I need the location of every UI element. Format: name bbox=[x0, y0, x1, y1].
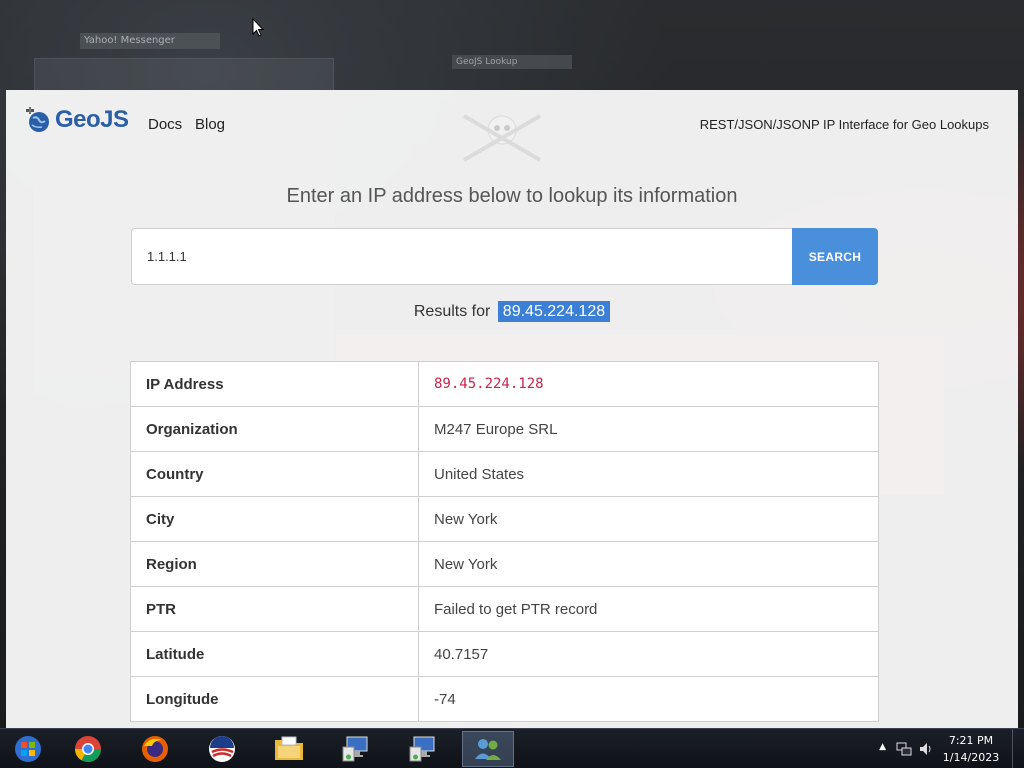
table-row-city: City New York bbox=[130, 496, 879, 542]
row-value: 89.45.224.128 bbox=[418, 361, 879, 407]
row-key: Longitude bbox=[130, 676, 419, 722]
row-value: United States bbox=[418, 451, 879, 497]
results-heading: Results for 89.45.224.128 bbox=[6, 301, 1018, 322]
background-window-title: Yahoo! Messenger bbox=[80, 33, 220, 49]
table-row-ip-address: IP Address 89.45.224.128 bbox=[130, 361, 879, 407]
table-row-latitude: Latitude 40.7157 bbox=[130, 631, 879, 677]
row-key: IP Address bbox=[130, 361, 419, 407]
row-key: PTR bbox=[130, 586, 419, 632]
show-desktop-button[interactable] bbox=[1012, 729, 1024, 768]
table-row-ptr: PTR Failed to get PTR record bbox=[130, 586, 879, 632]
nav-blog-link[interactable]: Blog bbox=[195, 116, 225, 133]
system-clock[interactable]: 7:21 PM 1/14/2023 bbox=[940, 732, 1002, 766]
row-key: Region bbox=[130, 541, 419, 587]
ip-search-form: SEARCH bbox=[131, 228, 879, 285]
search-button[interactable]: SEARCH bbox=[792, 228, 878, 285]
site-header: GeoJS Docs Blog REST/JSON/JSONP IP Inter… bbox=[6, 90, 1018, 162]
results-prefix: Results for bbox=[413, 303, 491, 320]
table-row-longitude: Longitude -74 bbox=[130, 676, 879, 722]
row-value: M247 Europe SRL bbox=[418, 406, 879, 452]
geojs-page: GeoJS Docs Blog REST/JSON/JSONP IP Inter… bbox=[6, 90, 1018, 728]
chrome-icon[interactable] bbox=[62, 731, 114, 767]
volume-icon[interactable] bbox=[918, 741, 934, 757]
globe-satellite-icon bbox=[26, 107, 49, 132]
remote-desktop-icon-2[interactable] bbox=[397, 731, 449, 767]
table-row-region: Region New York bbox=[130, 541, 879, 587]
row-value: Failed to get PTR record bbox=[418, 586, 879, 632]
obama-logo-icon[interactable] bbox=[196, 731, 248, 767]
users-icon[interactable] bbox=[462, 731, 514, 767]
table-row-organization: Organization M247 Europe SRL bbox=[130, 406, 879, 452]
row-value: -74 bbox=[418, 676, 879, 722]
remote-desktop-icon[interactable] bbox=[330, 731, 382, 767]
network-icon[interactable] bbox=[896, 741, 912, 757]
row-key: Country bbox=[130, 451, 419, 497]
row-value: 40.7157 bbox=[418, 631, 879, 677]
table-row-country: Country United States bbox=[130, 451, 879, 497]
show-hidden-icons-chevron-icon[interactable]: ▲ bbox=[879, 742, 886, 752]
logo-text: GeoJS bbox=[55, 106, 129, 133]
skull-crossbones-icon bbox=[454, 108, 550, 172]
geojs-logo[interactable]: GeoJS bbox=[24, 106, 129, 134]
row-key: City bbox=[130, 496, 419, 542]
results-table: IP Address 89.45.224.128 Organization M2… bbox=[130, 361, 879, 722]
ip-address-input[interactable] bbox=[131, 228, 792, 285]
row-key: Organization bbox=[130, 406, 419, 452]
row-value: New York bbox=[418, 541, 879, 587]
results-ip-highlight: 89.45.224.128 bbox=[497, 301, 611, 322]
start-orb-icon[interactable] bbox=[2, 731, 54, 767]
clock-time: 7:21 PM bbox=[948, 734, 994, 747]
site-tagline: REST/JSON/JSONP IP Interface for Geo Loo… bbox=[699, 117, 989, 132]
lookup-instructions: Enter an IP address below to lookup its … bbox=[286, 185, 738, 207]
taskbar: ▲ 7:21 PM 1/14/2023 bbox=[0, 728, 1024, 768]
clock-date: 1/14/2023 bbox=[942, 751, 1000, 764]
firefox-icon[interactable] bbox=[129, 731, 181, 767]
nav-docs-link[interactable]: Docs bbox=[148, 116, 182, 133]
row-key: Latitude bbox=[130, 631, 419, 677]
file-explorer-icon[interactable] bbox=[263, 731, 315, 767]
row-value: New York bbox=[418, 496, 879, 542]
background-window-title-2: GeoJS Lookup bbox=[452, 55, 572, 69]
